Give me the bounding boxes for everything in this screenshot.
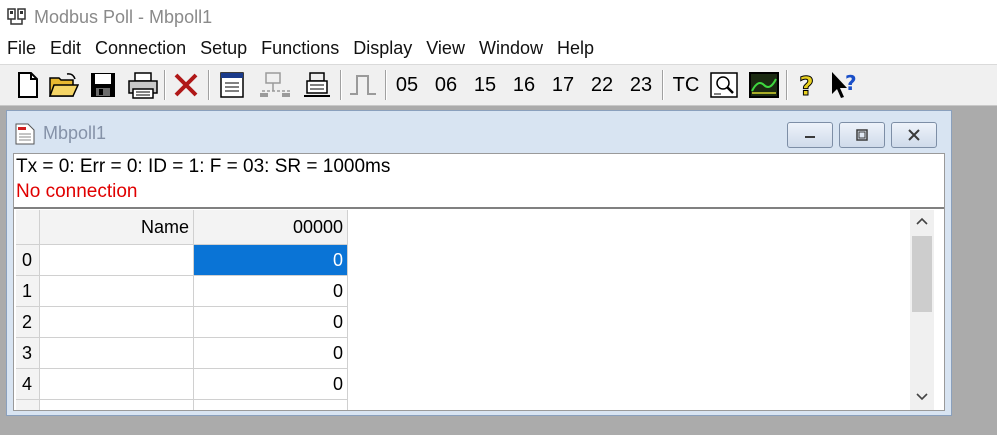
row-index: 2 [16,307,40,338]
restore-icon [856,129,868,141]
row-index: 1 [16,276,40,307]
open-folder-icon[interactable] [48,69,80,101]
name-cell[interactable] [40,307,194,338]
value-cell[interactable]: 0 [194,338,348,369]
mbpoll1-window[interactable]: Mbpoll1 Tx = 0: Err = 0: ID = 1: F = 03:… [6,110,952,416]
close-icon [908,129,920,141]
function-22-button[interactable]: 22 [585,69,619,101]
row-index: 3 [16,338,40,369]
print-icon[interactable] [126,69,160,101]
menu-window[interactable]: Window [472,34,550,62]
name-cell[interactable] [40,338,194,369]
name-cell[interactable] [40,400,194,410]
address-column-header[interactable]: 00000 [194,210,348,245]
name-cell[interactable] [40,245,194,276]
chart-icon[interactable] [746,69,782,101]
name-cell[interactable] [40,276,194,307]
menu-file[interactable]: File [0,34,43,62]
window-title: Modbus Poll - Mbpoll1 [34,6,213,27]
minimize-button[interactable] [787,122,833,148]
disconnect-icon[interactable] [300,69,334,101]
child-title-bar[interactable]: Mbpoll1 [7,111,951,151]
row-index [16,400,40,410]
menu-setup[interactable]: Setup [193,34,254,62]
register-grid: Name 00000 0 0 1 0 2 0 3 0 4 0 [16,210,350,410]
row-index: 4 [16,369,40,400]
help-icon[interactable]: ? [792,69,822,101]
save-icon[interactable] [88,69,118,101]
scroll-up-arrow-icon[interactable] [910,210,934,232]
title-bar: Modbus Poll - Mbpoll1 [0,0,997,34]
window-icon[interactable] [216,69,248,101]
value-cell-selected[interactable]: 0 [194,245,348,276]
function-06-button[interactable]: 06 [429,69,463,101]
corner-header [16,210,40,245]
close-x-icon[interactable] [170,69,202,101]
value-cell[interactable]: 0 [194,307,348,338]
status-line: Tx = 0: Err = 0: ID = 1: F = 03: SR = 10… [16,156,391,177]
tc-button[interactable]: TC [668,69,704,101]
new-document-icon[interactable] [14,69,42,101]
vertical-scrollbar[interactable] [910,210,934,410]
minimize-icon [805,136,815,138]
svg-text:?: ? [799,72,814,99]
context-help-icon[interactable]: ? [828,69,864,101]
name-cell[interactable] [40,369,194,400]
function-17-button[interactable]: 17 [546,69,580,101]
restore-button[interactable] [839,122,885,148]
menu-functions[interactable]: Functions [254,34,346,62]
menu-help[interactable]: Help [550,34,601,62]
value-cell[interactable]: 0 [194,369,348,400]
menu-edit[interactable]: Edit [43,34,88,62]
function-23-button[interactable]: 23 [624,69,658,101]
connection-status: No connection [16,181,138,202]
function-16-button[interactable]: 16 [507,69,541,101]
document-icon [15,123,35,145]
menu-bar: File Edit Connection Setup Functions Dis… [0,34,997,62]
pulse-icon[interactable] [346,69,380,101]
menu-view[interactable]: View [419,34,472,62]
mdi-workspace: Mbpoll1 Tx = 0: Err = 0: ID = 1: F = 03:… [0,106,997,435]
scroll-down-arrow-icon[interactable] [910,386,934,408]
divider [14,207,944,209]
value-cell[interactable] [194,400,348,410]
menu-connection[interactable]: Connection [88,34,193,62]
toolbar: 05 06 15 16 17 22 23 TC ? ? [0,64,997,106]
row-index: 0 [16,245,40,276]
function-15-button[interactable]: 15 [468,69,502,101]
child-window-title: Mbpoll1 [43,123,107,143]
traffic-monitor-icon[interactable] [706,69,742,101]
value-cell[interactable]: 0 [194,276,348,307]
close-button[interactable] [891,122,937,148]
function-05-button[interactable]: 05 [390,69,424,101]
connect-icon[interactable] [256,69,296,101]
modbus-poll-app-icon [6,6,28,28]
scrollbar-thumb[interactable] [912,236,932,312]
menu-display[interactable]: Display [346,34,419,62]
name-column-header[interactable]: Name [40,210,194,245]
child-client-area: Tx = 0: Err = 0: ID = 1: F = 03: SR = 10… [13,153,945,411]
svg-text:?: ? [845,71,857,95]
